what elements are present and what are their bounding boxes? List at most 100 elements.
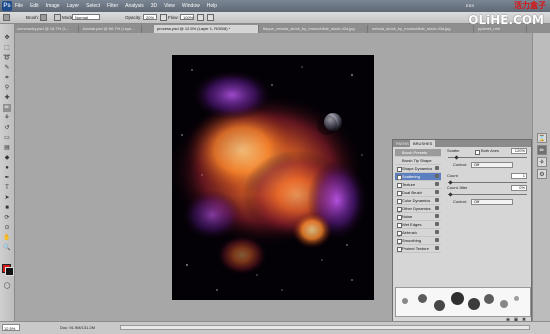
smoothing-item[interactable]: ✓ Smoothing [395,237,441,246]
texture-item[interactable]: Texture [395,181,441,189]
tab-brushes[interactable]: BRUSHES [410,140,436,147]
menu-help[interactable]: Help [207,0,217,12]
lock-icon[interactable] [435,174,439,178]
crop-tool-icon[interactable]: ⌗ [3,74,11,82]
opacity-input[interactable]: 20% [143,14,157,20]
hand-tool-icon[interactable]: ✋ [3,234,11,242]
count-slider-handle[interactable] [448,180,453,185]
scattering-item[interactable]: ✓ Scattering [395,173,441,182]
tool-presets-panel-icon[interactable]: ⚙ [537,169,547,179]
count-jitter-slider-handle[interactable] [448,192,453,197]
airbrush-icon[interactable] [197,14,204,21]
lock-icon[interactable] [435,198,439,202]
tab-community[interactable]: community.psd @ 16.7% (L... [14,25,79,33]
tab-planet-neb[interactable]: pplanet_neb [475,25,527,33]
lock-icon[interactable] [435,182,439,186]
pen-tool-icon[interactable]: ✒ [3,174,11,182]
background-color-swatch[interactable] [5,267,14,276]
eyedropper-tool-icon[interactable]: ⚲ [3,84,11,92]
dodge-tool-icon[interactable]: ● [3,164,11,172]
lasso-tool-icon[interactable]: ➰ [3,54,11,62]
eraser-tool-icon[interactable]: ▭ [3,134,11,142]
zoom-tool-icon[interactable]: 🔍 [3,244,11,252]
shape-dynamics-item[interactable]: Shape Dynamics [395,165,441,173]
menu-file[interactable]: File [15,0,23,12]
flow-input[interactable]: 100% [180,14,194,20]
tool-preset-picker[interactable] [3,14,10,21]
watermark-chinese: 活力盒子 [514,1,546,10]
pressure-size-icon[interactable] [207,14,214,21]
clone-source-panel-icon[interactable]: ⚘ [537,157,547,167]
shape-tool-icon[interactable]: ■ [3,204,11,212]
menu-layer[interactable]: Layer [67,0,80,12]
menu-select[interactable]: Select [86,0,100,12]
brush-presets-button[interactable]: Brush Presets [395,149,441,157]
both-axes-label: Both Axes [481,148,500,153]
control2-select[interactable]: Off [471,199,513,205]
color-dynamics-item[interactable]: Color Dynamics [395,197,441,205]
menu-view[interactable]: View [164,0,175,12]
clone-stamp-tool-icon[interactable]: ⚘ [3,114,11,122]
brush-picker[interactable] [40,14,47,21]
tab-flaque-nebula[interactable]: flaque_nebula_stock_by_moonchilde_stock.… [260,25,368,33]
tab-paths[interactable]: PATHS [393,140,412,147]
workspace-switcher[interactable]: ESS [466,3,474,8]
lock-icon[interactable] [435,214,439,218]
path-select-tool-icon[interactable]: ➤ [3,194,11,202]
lock-icon[interactable] [435,190,439,194]
protect-texture-item[interactable]: Protect Texture [395,245,441,253]
both-axes-checkbox[interactable] [475,150,480,155]
lock-icon[interactable] [435,230,439,234]
healing-brush-tool-icon[interactable]: ✚ [3,94,11,102]
tab-tutorial[interactable]: tutorial.psd @ 66.7% (Laye... [80,25,142,33]
document-canvas[interactable] [172,55,374,300]
scatter-input[interactable]: 120% [511,148,527,154]
marquee-tool-icon[interactable]: ⬚ [3,44,11,52]
zoom-level-input[interactable]: 12.5% [2,324,20,331]
menu-3d[interactable]: 3D [151,0,157,12]
airbrush-item[interactable]: ✓ Airbrush [395,229,441,238]
gradient-tool-icon[interactable]: ▤ [3,144,11,152]
lock-icon[interactable] [435,246,439,250]
horizontal-scrollbar[interactable] [120,325,530,330]
count-jitter-input[interactable]: 0% [511,185,527,191]
count-jitter-slider[interactable] [448,194,527,195]
control-select[interactable]: Off [471,162,513,168]
brushes-panel-icon[interactable]: ✏ [537,145,547,155]
dual-brush-item[interactable]: Dual Brush [395,189,441,197]
move-tool-icon[interactable]: ✥ [3,34,11,42]
count-input[interactable]: 1 [511,173,527,179]
scatter-slider[interactable] [448,157,527,158]
menu-edit[interactable]: Edit [30,0,39,12]
menu-window[interactable]: Window [182,0,200,12]
brush-tip-shape-item[interactable]: Brush Tip Shape [395,157,441,165]
lock-icon[interactable] [435,238,439,242]
blur-tool-icon[interactable]: ◆ [3,154,11,162]
lock-icon[interactable] [435,222,439,226]
3d-camera-tool-icon[interactable]: ⊙ [3,224,11,232]
tab-nebula-stock[interactable]: nebula_stock_by_moonchilde_stock.d3a.jpg [369,25,474,33]
mode-select[interactable]: Normal [72,14,100,20]
tab-process[interactable]: process.psd @ 12.5% (Layer 1, RGB/8) * [154,25,259,33]
pressure-opacity-icon[interactable] [160,14,167,21]
history-brush-tool-icon[interactable]: ↺ [3,124,11,132]
document-info[interactable]: Doc: 91.9M/131.2M [60,322,95,334]
brush-panel-toggle-icon[interactable] [54,14,61,21]
count-slider[interactable] [448,182,527,183]
wet-edges-item[interactable]: Wet Edges [395,221,441,229]
menu-image[interactable]: Image [46,0,60,12]
lock-icon[interactable] [435,206,439,210]
noise-item[interactable]: Noise [395,213,441,221]
panel-dock: ⌛ ✏ ⚘ ⚙ [532,33,550,321]
lock-icon[interactable] [435,166,439,170]
3d-rotate-tool-icon[interactable]: ⟳ [3,214,11,222]
menu-analysis[interactable]: Analysis [125,0,144,12]
quick-mask-icon[interactable]: ◯ [3,282,11,290]
quick-select-tool-icon[interactable]: ✎ [3,64,11,72]
other-dynamics-item[interactable]: ✓ Other Dynamics [395,205,441,214]
scatter-slider-handle[interactable] [454,155,459,160]
history-panel-icon[interactable]: ⌛ [537,133,547,143]
menu-filter[interactable]: Filter [107,0,118,12]
brush-tool-icon[interactable]: ✏ [3,104,11,112]
type-tool-icon[interactable]: T [3,184,11,192]
